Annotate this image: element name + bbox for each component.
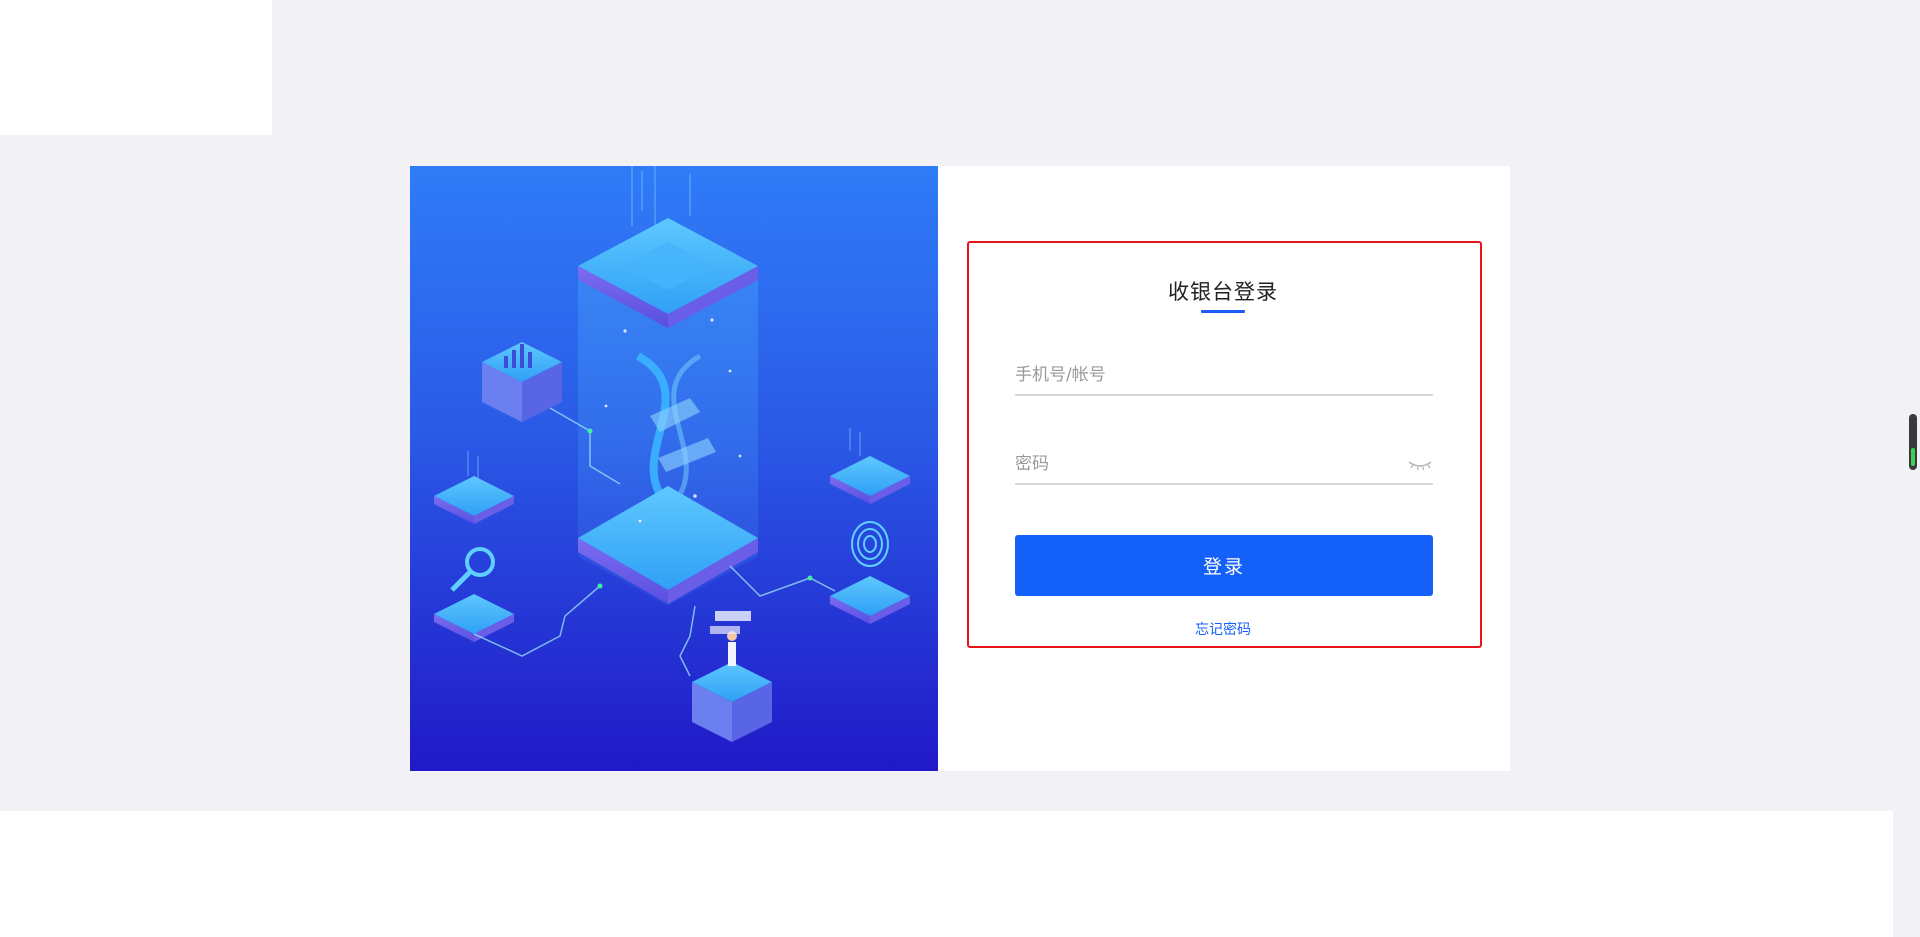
form-title-underline (1201, 310, 1245, 313)
password-input[interactable] (1015, 445, 1395, 483)
forgot-password-link[interactable]: 忘记密码 (968, 619, 1478, 639)
eye-closed-icon[interactable] (1407, 457, 1433, 473)
account-field (1015, 356, 1433, 396)
scroll-indicator[interactable] (1909, 414, 1917, 470)
header-blank-panel (0, 0, 272, 135)
form-title: 收银台登录 (1168, 280, 1278, 304)
isometric-tech-illustration (434, 166, 910, 742)
password-field (1015, 445, 1433, 485)
account-input[interactable] (1015, 356, 1395, 394)
login-illustration (410, 166, 938, 771)
footer-blank-panel (0, 811, 1893, 937)
login-button[interactable]: 登录 (1015, 535, 1433, 596)
